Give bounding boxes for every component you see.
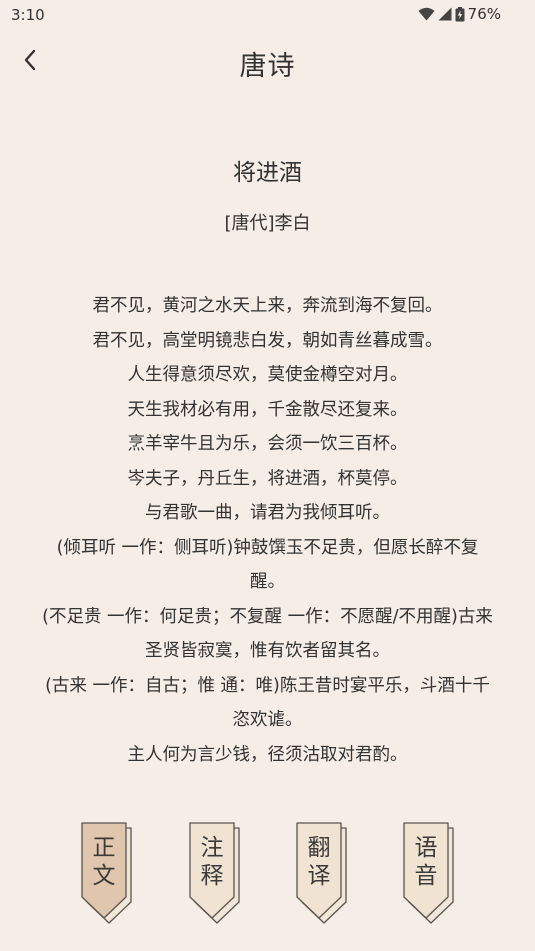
- wifi-icon: [418, 7, 435, 21]
- app-bar: 唐诗: [0, 36, 535, 88]
- poem-line: 烹羊宰牛且为乐，会须一饮三百杯。: [127, 434, 408, 454]
- battery-icon: [455, 6, 465, 22]
- tab-label: 翻译: [307, 835, 331, 889]
- tab-label: 注释: [200, 835, 224, 889]
- poem-line: 主人何为言少钱，径须沽取对君酌。: [127, 744, 408, 765]
- poem-author: [唐代]李白: [224, 213, 311, 234]
- status-time: 3:10: [11, 6, 45, 24]
- tab-notes[interactable]: 注释: [189, 822, 241, 924]
- poem-line: (古来 一作：自古；惟 通：唯)陈王昔时宴平乐，斗酒十千恣欢谑。: [45, 675, 490, 731]
- poem-line: 君不见，高堂明镜悲白发，朝如青丝暮成雪。: [92, 330, 443, 351]
- tab-label: 语音: [414, 835, 438, 889]
- poem-line: 人生得意须尽欢，莫使金樽空对月。: [127, 365, 408, 385]
- tab-bar: 正文 注释 翻译 语音: [0, 822, 535, 932]
- battery-percent: 76%: [467, 5, 501, 23]
- tab-label: 正文: [92, 835, 116, 889]
- tab-audio[interactable]: 语音: [403, 822, 455, 924]
- status-icons: 76%: [418, 5, 501, 23]
- signal-icon: [438, 7, 452, 21]
- poem-line: 天生我材必有用，千金散尽还复来。: [127, 399, 408, 420]
- poem-line: (倾耳听 一作：侧耳听)钟鼓馔玉不足贵，但愿长醉不复醒。: [56, 537, 479, 593]
- page-title: 唐诗: [239, 51, 296, 82]
- poem-line: 岑夫子，丹丘生，将进酒，杯莫停。: [127, 468, 408, 489]
- status-bar: 3:10 76%: [0, 0, 535, 30]
- tab-text[interactable]: 正文: [81, 822, 133, 924]
- poem-body: 君不见，黄河之水天上来，奔流到海不复回。 君不见，高堂明镜悲白发，朝如青丝暮成雪…: [40, 289, 495, 772]
- poem-line: 与君歌一曲，请君为我倾耳听。: [145, 503, 390, 523]
- tab-translation[interactable]: 翻译: [296, 822, 348, 924]
- poem-line: 君不见，黄河之水天上来，奔流到海不复回。: [92, 296, 443, 316]
- poem-title: 将进酒: [233, 160, 302, 186]
- poem-line: (不足贵 一作：何足贵；不复醒 一作：不愿醒/不用醒)古来圣贤皆寂寞，惟有饮者留…: [42, 606, 493, 662]
